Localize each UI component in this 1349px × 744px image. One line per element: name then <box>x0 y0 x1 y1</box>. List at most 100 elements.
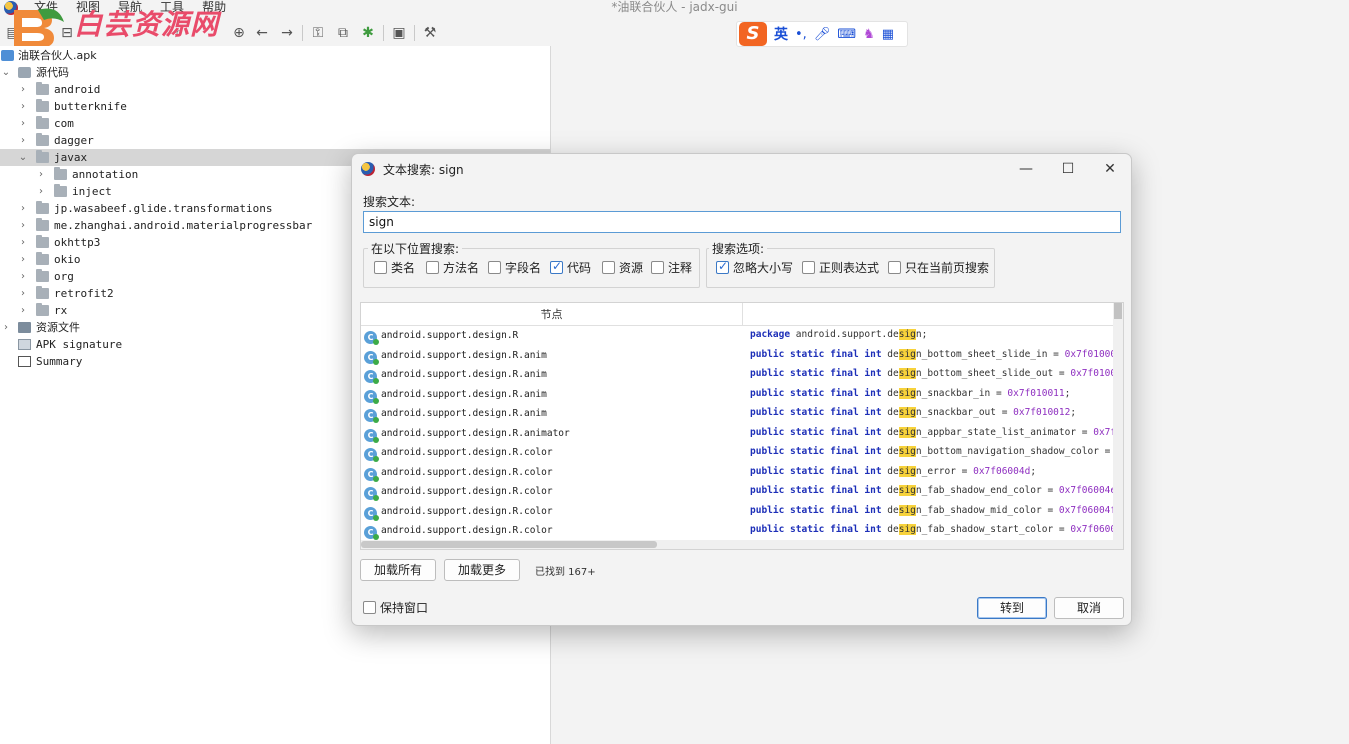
result-node-cell[interactable]: Candroid.support.design.R.anim <box>361 366 742 385</box>
result-row[interactable]: Candroid.support.design.R.color public st… <box>361 464 1114 484</box>
chevron-right-icon[interactable]: › <box>18 285 28 302</box>
result-node-cell[interactable]: Candroid.support.design.R <box>361 327 742 346</box>
ime-language-toggle[interactable]: 英 <box>774 24 788 44</box>
minimize-icon[interactable]: — <box>1006 157 1046 181</box>
checkbox-box[interactable] <box>426 260 439 274</box>
log-viewer-icon[interactable]: ▣ <box>390 24 408 42</box>
column-header-node[interactable]: 节点 <box>361 303 742 326</box>
chevron-right-icon[interactable]: › <box>18 132 28 149</box>
checkbox-box[interactable] <box>488 260 501 274</box>
checkbox-box[interactable] <box>651 260 664 274</box>
chevron-right-icon[interactable]: › <box>36 166 46 183</box>
checkbox-box[interactable] <box>802 260 815 274</box>
toolbox-grid-icon[interactable]: ▦ <box>882 27 894 42</box>
checkbox-current-page-only[interactable]: 只在当前页搜索 <box>888 259 989 275</box>
result-row[interactable]: Candroid.support.design.R.animator public… <box>361 425 1123 445</box>
vertical-scrollbar[interactable] <box>1113 303 1123 549</box>
chevron-right-icon[interactable]: › <box>18 217 28 234</box>
checkbox-class-name[interactable]: 类名 <box>374 259 415 275</box>
add-files-icon[interactable]: ▥ <box>30 24 48 42</box>
result-node-cell[interactable]: Candroid.support.design.R.anim <box>361 347 742 366</box>
keyboard-icon[interactable]: ⌨ <box>837 27 856 42</box>
certificate-icon <box>18 339 31 350</box>
chevron-right-icon[interactable]: › <box>18 234 28 251</box>
result-node-cell[interactable]: Candroid.support.design.R.color <box>361 503 742 522</box>
result-node-cell[interactable]: Candroid.support.design.R.color <box>361 444 742 463</box>
checkbox-comments[interactable]: 注释 <box>651 259 692 275</box>
result-node-cell[interactable]: Candroid.support.design.R.color <box>361 483 742 502</box>
result-row[interactable]: Candroid.support.design.R.color public st… <box>361 522 1123 542</box>
microphone-icon[interactable]: 🎤︎ <box>814 27 831 42</box>
punctuation-icon[interactable]: •, <box>795 27 807 42</box>
checkbox-ignore-case[interactable]: 忽略大小写 <box>716 259 793 275</box>
tree-package[interactable]: › dagger <box>0 132 550 149</box>
checkbox-box-checked[interactable] <box>716 259 729 274</box>
sogou-logo-icon[interactable]: S <box>739 22 767 46</box>
load-more-button[interactable]: 加载更多 <box>444 559 520 581</box>
result-node-cell[interactable]: Candroid.support.design.R.anim <box>361 386 742 405</box>
chevron-right-icon[interactable]: › <box>18 98 28 115</box>
tree-package[interactable]: › butterknife <box>0 98 550 115</box>
find-usage-icon[interactable]: ⊕ <box>230 24 248 42</box>
checkbox-box-checked[interactable] <box>550 259 563 274</box>
search-icon[interactable]: ⌕ <box>170 24 188 42</box>
tree-source-code[interactable]: ⌄ 源代码 <box>0 64 550 81</box>
scrollbar-thumb[interactable] <box>361 541 657 548</box>
dialog-titlebar[interactable]: 文本搜索: sign — ☐ ✕ <box>352 154 1131 184</box>
horizontal-scrollbar[interactable] <box>361 540 1114 549</box>
checkbox-regex[interactable]: 正则表达式 <box>802 259 879 275</box>
debug-bug-icon[interactable]: ✱ <box>359 24 377 42</box>
result-node-cell[interactable]: Candroid.support.design.R.animator <box>361 425 742 444</box>
chevron-right-icon[interactable]: › <box>1 319 11 336</box>
result-row[interactable]: Candroid.support.design.R.color public st… <box>361 444 1123 464</box>
checkbox-box[interactable] <box>374 260 387 274</box>
open-file-icon[interactable]: ▤ <box>4 24 22 42</box>
back-arrow-icon[interactable]: ← <box>253 24 271 42</box>
chevron-right-icon[interactable]: › <box>18 115 28 132</box>
scrollbar-thumb[interactable] <box>1114 303 1122 319</box>
quark-icon[interactable]: ⚿ <box>309 24 327 42</box>
maximize-icon[interactable]: ☐ <box>1048 157 1088 181</box>
result-row[interactable]: Candroid.support.design.R.anim public sta… <box>361 366 1123 386</box>
column-header-code[interactable] <box>742 303 1114 326</box>
preferences-wrench-icon[interactable]: ⚒ <box>421 24 439 42</box>
goto-button[interactable]: 转到 <box>977 597 1047 619</box>
chevron-right-icon[interactable]: › <box>18 251 28 268</box>
tree-package[interactable]: › com <box>0 115 550 132</box>
checkbox-field-name[interactable]: 字段名 <box>488 259 541 275</box>
code-text: de <box>881 387 899 399</box>
chevron-down-icon[interactable]: ⌄ <box>1 64 11 81</box>
result-node-cell[interactable]: Candroid.support.design.R.anim <box>361 405 742 424</box>
close-icon[interactable]: ✕ <box>1090 157 1130 181</box>
chevron-right-icon[interactable]: › <box>36 183 46 200</box>
tree-root-apk[interactable]: 油联合伙人.apk <box>0 47 550 64</box>
result-row[interactable]: Candroid.support.design.R.anim public sta… <box>361 405 1114 425</box>
skin-shirt-icon[interactable]: ♞ <box>863 27 875 42</box>
chevron-right-icon[interactable]: › <box>18 200 28 217</box>
result-row[interactable]: Candroid.support.design.R.color public st… <box>361 483 1122 503</box>
tree-package[interactable]: › android <box>0 81 550 98</box>
checkbox-box[interactable] <box>363 600 376 614</box>
open-window-icon[interactable]: ⧉ <box>334 24 352 42</box>
result-row[interactable]: Candroid.support.design.R.anim public sta… <box>361 347 1123 367</box>
result-node-cell[interactable]: Candroid.support.design.R.color <box>361 464 742 483</box>
load-all-button[interactable]: 加载所有 <box>360 559 436 581</box>
chevron-right-icon[interactable]: › <box>18 302 28 319</box>
search-input[interactable] <box>363 211 1121 233</box>
checkbox-box[interactable] <box>888 260 901 274</box>
forward-arrow-icon[interactable]: → <box>278 24 296 42</box>
checkbox-box[interactable] <box>602 260 615 274</box>
save-all-icon[interactable]: ⊟ <box>58 24 76 42</box>
checkbox-resources[interactable]: 资源 <box>602 259 643 275</box>
chevron-right-icon[interactable]: › <box>18 268 28 285</box>
chevron-right-icon[interactable]: › <box>18 81 28 98</box>
chevron-down-icon[interactable]: ⌄ <box>18 149 28 166</box>
result-row[interactable]: Candroid.support.design.R.anim public sta… <box>361 386 1114 406</box>
checkbox-keep-window[interactable]: 保持窗口 <box>363 599 428 615</box>
checkbox-code[interactable]: 代码 <box>550 259 591 275</box>
result-row[interactable]: Candroid.support.design.R.color public st… <box>361 503 1122 523</box>
cancel-button[interactable]: 取消 <box>1054 597 1124 619</box>
result-row[interactable]: Candroid.support.design.R package android… <box>361 327 1114 347</box>
result-node-cell[interactable]: Candroid.support.design.R.color <box>361 522 742 541</box>
checkbox-method-name[interactable]: 方法名 <box>426 259 479 275</box>
